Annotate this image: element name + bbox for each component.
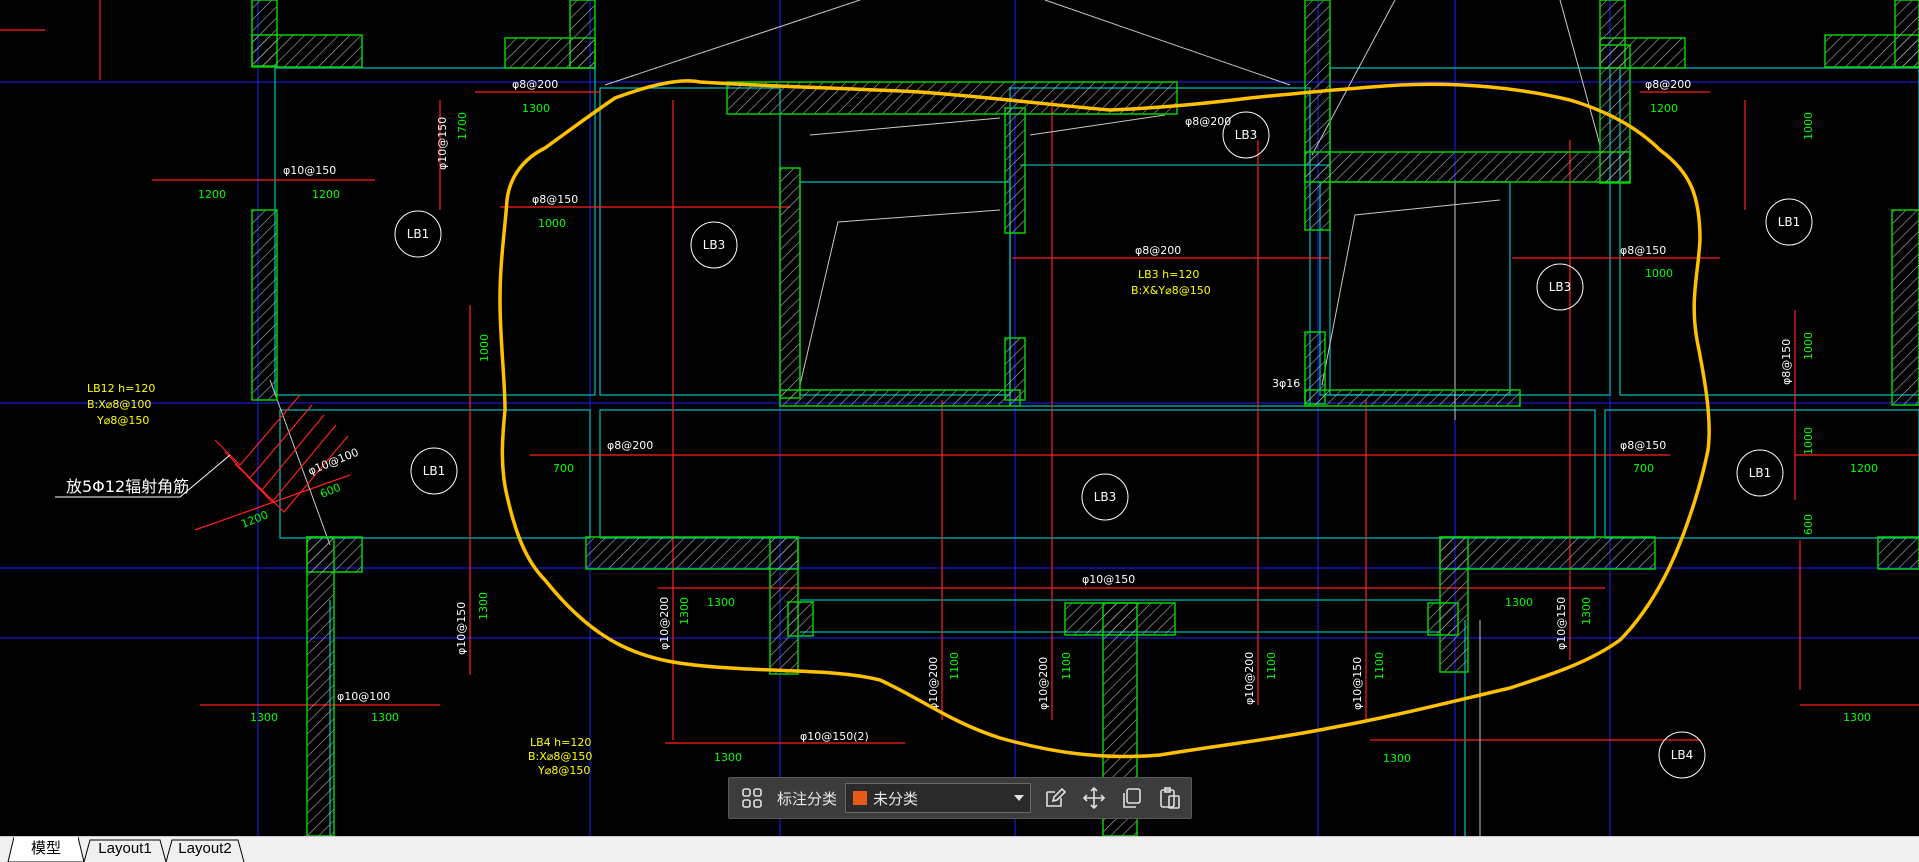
dimension: 1300	[1505, 596, 1533, 609]
rebar-label: φ8@200	[1135, 244, 1181, 257]
dimension: 1200	[1650, 102, 1678, 115]
dimension: 1100	[1060, 652, 1073, 680]
dimension: 1000	[478, 334, 491, 362]
dimension: 1200	[1850, 462, 1878, 475]
dimension: 1300	[707, 596, 735, 609]
note-lb12-bars-y: Y⌀8@150	[96, 414, 149, 427]
rebar-label: φ10@200	[927, 657, 940, 710]
rebar-label: φ10@150	[1351, 657, 1364, 710]
rebar-label: φ10@200	[1037, 657, 1050, 710]
dimension: 1000	[538, 217, 566, 230]
dimension: 1300	[1383, 752, 1411, 765]
category-value: 未分类	[873, 790, 919, 808]
dimension: 1000	[1645, 267, 1673, 280]
dimension: 1300	[477, 592, 490, 620]
dimension: 1200	[198, 188, 226, 201]
rebar-label: φ8@200	[1645, 78, 1691, 91]
note-lb4-bars-y: Y⌀8@150	[537, 764, 590, 777]
dimension: 1300	[714, 751, 742, 764]
dimension: 1000	[1802, 332, 1815, 360]
rebar-label: φ10@200	[1243, 652, 1256, 705]
tab-layout2[interactable]: Layout2	[172, 837, 238, 861]
slab-outlines	[274, 67, 1919, 836]
walls	[251, 0, 1919, 836]
category-color-swatch	[853, 791, 867, 805]
rebar-label: φ8@200	[1185, 115, 1231, 128]
dimension: 1300	[1843, 711, 1871, 724]
note-lb3-bars: B:X&Y⌀8@150	[1131, 284, 1211, 297]
markup-category-label: 标注分类	[777, 790, 838, 808]
rebar-label: φ8@200	[512, 78, 558, 91]
rebar-label: φ10@150	[1082, 573, 1135, 586]
rebar-label: φ10@200	[658, 597, 671, 650]
note-lb12-height: LB12 h=120	[87, 382, 155, 395]
layout-tab-bar: 模型 Layout1 Layout2	[0, 836, 1919, 862]
slab-label-lb3: LB3	[703, 238, 726, 252]
dimension: 1300	[1580, 597, 1593, 625]
note-lb4-bars-x: B:X⌀8@150	[528, 750, 592, 763]
slab-label-lb4: LB4	[1671, 748, 1694, 762]
rebar-label: φ10@150	[436, 117, 449, 170]
rebar-label: φ10@150	[455, 602, 468, 655]
dimension: 1300	[522, 102, 550, 115]
dimension: 1200	[312, 188, 340, 201]
rebar-label: φ10@150	[1555, 597, 1568, 650]
dimension: 600	[1802, 514, 1815, 535]
note-lb4-height: LB4 h=120	[530, 736, 591, 749]
edit-icon[interactable]	[1042, 785, 1068, 811]
slab-label-lb3: LB3	[1549, 280, 1572, 294]
rebar-label: φ8@150	[1620, 439, 1666, 452]
dimension: 1100	[1265, 652, 1278, 680]
dimension: 1000	[1802, 112, 1815, 140]
paste-icon[interactable]	[1157, 785, 1183, 811]
chevron-down-icon	[1014, 795, 1024, 801]
note-corner-bars: 放5Φ12辐射角筋	[66, 477, 189, 496]
rebar-label: φ10@100	[337, 690, 390, 703]
rebar-label: φ10@150	[283, 164, 336, 177]
markup-toolbar: 标注分类 未分类	[728, 777, 1192, 819]
dimension: 1300	[678, 597, 691, 625]
dimension: 1000	[1802, 427, 1815, 455]
copy-icon[interactable]	[1119, 785, 1145, 811]
note-lb3-height: LB3 h=120	[1138, 268, 1199, 281]
slab-label-lb3: LB3	[1235, 128, 1258, 142]
grid-icon[interactable]	[739, 785, 765, 811]
dimension: 700	[553, 462, 574, 475]
rebar-label: φ8@150	[532, 193, 578, 206]
dimension: 1100	[948, 652, 961, 680]
rebar-label: φ10@150(2)	[800, 730, 869, 743]
drawing-canvas[interactable]: LB1 LB3 LB3 LB1 LB3 LB1 LB3 LB1 LB1 LB4 …	[0, 0, 1919, 836]
dimension: 1300	[250, 711, 278, 724]
dimension: 1300	[371, 711, 399, 724]
slab-label-lb1: LB1	[407, 227, 430, 241]
rebar-label: φ8@150	[1780, 339, 1793, 385]
dimension: 600	[318, 481, 342, 501]
slab-label-lb3: LB3	[1094, 490, 1117, 504]
slab-label-lb1: LB1	[1778, 215, 1801, 229]
note-lb12-bars-x: B:X⌀8@100	[87, 398, 151, 411]
tab-model[interactable]: 模型	[14, 837, 78, 861]
dimension: 1200	[239, 508, 270, 531]
markup-category-select[interactable]: 未分类	[845, 783, 1031, 813]
opening-lines	[269, 0, 1601, 836]
dimension: 700	[1633, 462, 1654, 475]
dimension: 1700	[456, 112, 469, 140]
slab-label-lb1: LB1	[423, 464, 446, 478]
rebar-label: φ8@150	[1620, 244, 1666, 257]
rebar-label: φ8@200	[607, 439, 653, 452]
dimension-texts-vertical: 1700 1000 1000 600 1000 1300 1100 1100 1…	[456, 112, 1815, 680]
move-icon[interactable]	[1081, 785, 1107, 811]
tab-layout1[interactable]: Layout1	[90, 837, 160, 861]
rebar-label: 3φ16	[1272, 377, 1300, 390]
dimension: 1100	[1373, 652, 1386, 680]
